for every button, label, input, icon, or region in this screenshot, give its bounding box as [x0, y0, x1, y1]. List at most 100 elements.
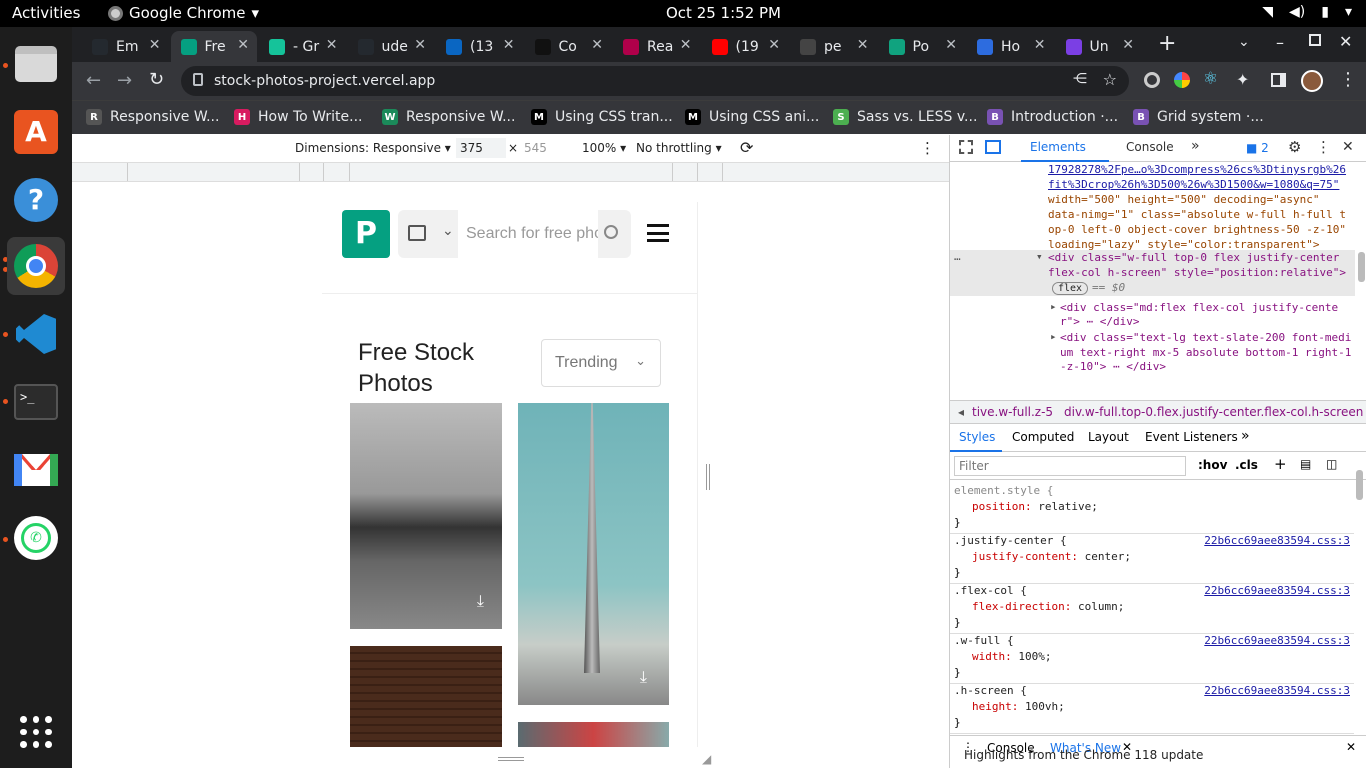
app-menu[interactable]: Google Chrome ▾ [108, 4, 259, 22]
close-tab-icon[interactable]: ✕ [945, 37, 957, 53]
extension-icon[interactable] [1144, 72, 1160, 88]
photo-card[interactable]: ⤓ [518, 403, 669, 705]
chrome-app-icon[interactable] [7, 237, 65, 295]
download-icon[interactable]: ⤓ [640, 667, 647, 687]
bookmark-item[interactable]: R Responsive W... [86, 109, 219, 125]
close-tab-icon[interactable]: ✕ [1034, 37, 1046, 53]
resize-handle-corner[interactable]: ◢ [702, 752, 711, 766]
address-bar[interactable]: stock-photos-project.vercel.app ⋲ ☆ [181, 66, 1129, 96]
bookmark-item[interactable]: M Using CSS tran... [531, 109, 673, 125]
close-tab-icon[interactable]: ✕ [768, 37, 780, 53]
css-declaration[interactable]: height: 100vh; [954, 699, 1350, 715]
chevron-down-icon[interactable]: ⌄ [442, 223, 454, 239]
browser-tab[interactable]: Un ✕ [1056, 31, 1143, 62]
download-icon[interactable]: ⤓ [477, 591, 484, 611]
css-source-link[interactable]: 22b6cc69aee83594.css:3 [1204, 583, 1350, 599]
close-tab-icon[interactable]: ✕ [237, 37, 249, 53]
whatsapp-app-icon[interactable]: ✆ [7, 509, 65, 567]
css-declaration[interactable]: position: relative; [954, 499, 1350, 515]
search-icon[interactable] [604, 225, 618, 239]
child-node[interactable]: ▸ <div class="text-lg text-slate-200 fon… [950, 330, 1355, 375]
cls-toggle[interactable]: .cls [1235, 458, 1258, 472]
dimensions-select[interactable]: Dimensions: Responsive ▾ [295, 141, 451, 155]
image-type-icon[interactable] [408, 225, 426, 241]
css-declaration[interactable]: width: 100%; [954, 649, 1350, 665]
help-app-icon[interactable]: ? [7, 171, 65, 229]
search-input[interactable]: Search for free photos [458, 210, 598, 258]
tab-layout[interactable]: Layout [1088, 430, 1129, 444]
software-app-icon[interactable]: A [7, 103, 65, 161]
close-tab-icon[interactable]: ✕ [591, 37, 603, 53]
photo-card[interactable] [518, 722, 669, 747]
breadcrumb-item[interactable]: div.w-full.top-0.flex.justify-center.fle… [1064, 405, 1363, 419]
device-options-icon[interactable]: ⋮ [920, 139, 935, 157]
show-apps-icon[interactable] [7, 703, 65, 761]
zoom-select[interactable]: 100% ▾ [582, 141, 626, 155]
bookmark-item[interactable]: B Introduction ·... [987, 109, 1118, 125]
site-info-icon[interactable] [193, 73, 203, 86]
browser-tab[interactable]: Ho ✕ [967, 31, 1054, 62]
system-tray[interactable]: ◥ ◀) ▮ ▾ [1262, 4, 1352, 20]
rotate-icon[interactable]: ⟳ [740, 138, 753, 157]
child-node[interactable]: ▸ <div class="md:flex flex-col justify-c… [950, 300, 1355, 330]
browser-tab[interactable]: Po ✕ [879, 31, 966, 62]
close-tab-icon[interactable]: ✕ [857, 37, 869, 53]
close-tab-icon[interactable]: ✕ [326, 37, 338, 53]
hamburger-menu-icon[interactable] [647, 224, 669, 242]
more-tabs-icon[interactable]: » [1191, 138, 1200, 154]
flex-badge[interactable]: flex [1052, 282, 1089, 295]
tab-search-icon[interactable]: ⌄ [1238, 34, 1250, 50]
inspect-icon[interactable] [959, 140, 973, 154]
vscode-app-icon[interactable] [7, 305, 65, 363]
css-rule[interactable]: .h-screen {height: 100vh;} 22b6cc69aee835… [950, 681, 1354, 734]
bookmark-item[interactable]: W Responsive W... [382, 109, 515, 125]
photo-card[interactable]: ⤓ [350, 403, 502, 629]
css-source-link[interactable]: 22b6cc69aee83594.css:3 [1204, 633, 1350, 649]
tab-styles[interactable]: Styles [959, 430, 995, 444]
devtools-menu-icon[interactable]: ⋮ [1316, 138, 1331, 156]
bookmark-item[interactable]: H How To Write... [234, 109, 363, 125]
browser-tab[interactable]: Em ✕ [82, 31, 169, 62]
extensions-puzzle-icon[interactable]: ✦ [1236, 70, 1249, 89]
clock[interactable]: Oct 25 1:52 PM [666, 4, 781, 22]
paint-icon[interactable]: ▤ [1300, 457, 1311, 471]
gear-icon[interactable]: ⚙ [1288, 138, 1301, 156]
browser-tab[interactable]: - Gr ✕ [259, 31, 346, 62]
site-logo[interactable]: P [342, 210, 390, 258]
scrollbar[interactable] [1356, 470, 1363, 500]
css-declaration[interactable]: flex-direction: column; [954, 599, 1350, 615]
minimize-button[interactable]: – [1276, 33, 1284, 52]
chrome-menu-icon[interactable]: ⋮ [1339, 69, 1357, 90]
sidebar-toggle-icon[interactable]: ◫ [1326, 457, 1337, 471]
css-rule[interactable]: element.style {position: relative;} [950, 481, 1354, 534]
maximize-button[interactable] [1309, 34, 1321, 46]
more-subtabs-icon[interactable]: » [1241, 428, 1250, 444]
photo-card[interactable] [350, 646, 502, 747]
share-icon[interactable]: ⋲ [1073, 71, 1087, 87]
close-window-button[interactable]: ✕ [1339, 32, 1352, 51]
files-app-icon[interactable] [7, 35, 65, 93]
browser-tab[interactable]: pe ✕ [790, 31, 877, 62]
tab-elements[interactable]: Elements [1030, 140, 1086, 154]
media-query-ruler[interactable] [72, 163, 949, 182]
forward-icon[interactable]: → [117, 70, 132, 91]
selected-node[interactable]: … ▾ <div class="w-full top-0 flex justif… [950, 250, 1355, 296]
tab-event-listeners[interactable]: Event Listeners [1145, 430, 1238, 444]
browser-tab[interactable]: (19 ✕ [702, 31, 789, 62]
issues-badge[interactable]: ■ 2 [1246, 141, 1269, 155]
reload-icon[interactable]: ↻ [149, 69, 164, 90]
bookmark-star-icon[interactable]: ☆ [1103, 70, 1117, 89]
device-toggle-icon[interactable] [985, 140, 1001, 154]
css-declaration[interactable]: justify-content: center; [954, 549, 1350, 565]
breadcrumb-item[interactable]: tive.w-full.z-5 [972, 405, 1053, 419]
close-tab-icon[interactable]: ✕ [414, 37, 426, 53]
css-source-link[interactable]: 22b6cc69aee83594.css:3 [1204, 533, 1350, 549]
gmail-app-icon[interactable] [7, 441, 65, 499]
height-input[interactable]: 545 [520, 138, 564, 158]
sort-dropdown[interactable]: Trending ⌄ [541, 339, 661, 387]
throttle-select[interactable]: No throttling ▾ [636, 141, 722, 155]
browser-tab[interactable]: Rea ✕ [613, 31, 700, 62]
activities-button[interactable]: Activities [12, 4, 80, 22]
scrollbar[interactable] [1358, 252, 1365, 282]
extension-icon[interactable] [1174, 72, 1190, 88]
